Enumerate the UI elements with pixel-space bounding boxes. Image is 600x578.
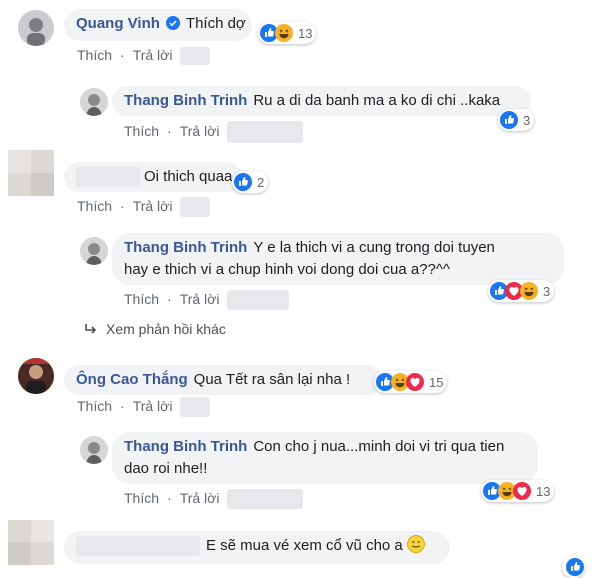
verified-badge-icon xyxy=(165,15,180,37)
reply-action[interactable]: Trả lời xyxy=(133,198,173,214)
redacted-timestamp xyxy=(180,197,211,217)
love-reaction-icon xyxy=(513,482,531,500)
comment-bubble: Thang Binh Trinh Con cho j nua...minh doi… xyxy=(112,432,538,484)
redacted-timestamp xyxy=(227,121,304,143)
comment-actions: Thích · Trả lời xyxy=(124,290,297,310)
reactions-summary[interactable]: 15 xyxy=(374,371,448,393)
redacted-name xyxy=(76,167,140,188)
commenter-name[interactable]: Thang Binh Trinh xyxy=(124,92,247,109)
avatar[interactable] xyxy=(80,237,108,265)
avatar[interactable] xyxy=(18,10,54,46)
haha-reaction-icon xyxy=(275,24,293,42)
like-reaction-icon xyxy=(500,111,518,129)
reactions-summary[interactable]: 13 xyxy=(481,480,555,502)
reply-arrow-icon xyxy=(84,322,98,338)
comment-bubble: Thang Binh Trinh Ru a di da banh ma a ko … xyxy=(112,86,531,116)
redacted-name xyxy=(76,536,200,557)
view-more-replies-label[interactable]: Xem phản hồi khác xyxy=(106,321,226,337)
like-action[interactable]: Thích xyxy=(124,123,159,139)
reactions-summary[interactable]: 13 xyxy=(258,22,317,44)
comment-actions: Thích · Trả lời xyxy=(124,121,311,143)
reply-action[interactable]: Trả lời xyxy=(180,123,220,139)
like-reaction-icon xyxy=(234,173,252,191)
commenter-name[interactable]: Quang Vinh xyxy=(76,15,160,32)
avatar[interactable] xyxy=(8,520,54,565)
reactions-summary[interactable]: 3 xyxy=(488,280,555,302)
comment-text: E sẽ mua vé xem cổ vũ cho a xyxy=(206,537,403,554)
avatar[interactable] xyxy=(8,150,54,196)
reaction-count: 13 xyxy=(536,483,551,499)
separator: · xyxy=(120,397,125,414)
comment-text: Ru a di da banh ma a ko di chi ..kaka xyxy=(253,92,501,109)
comment-text: Thích dợ xyxy=(185,15,246,32)
comment-text: Y e la thich vi a cung trong doi tuyen xyxy=(253,239,495,256)
comment-actions: Thích · Trả lời xyxy=(124,489,311,509)
redacted-timestamp xyxy=(227,290,290,310)
avatar[interactable] xyxy=(18,358,54,394)
reply-action[interactable]: Trả lời xyxy=(133,47,173,63)
view-more-replies[interactable]: Xem phản hồi khác xyxy=(84,321,226,338)
redacted-timestamp xyxy=(180,47,211,66)
separator: · xyxy=(120,47,125,63)
reaction-count: 3 xyxy=(543,283,551,299)
comment-bubble: Quang Vinh Thích dợ xyxy=(64,9,252,41)
comment-actions: Thích · Trả lời xyxy=(77,197,218,217)
reply-action[interactable]: Trả lời xyxy=(180,490,220,506)
like-action[interactable]: Thích xyxy=(77,198,112,214)
smile-emoji-icon xyxy=(406,535,425,560)
comment-bubble: Oi thich quaa xyxy=(64,162,242,192)
comment-text: dao roi nhe!! xyxy=(124,460,208,477)
comment-text: hay e thich vi a chup hinh voi dong doi … xyxy=(124,261,450,278)
reply-action[interactable]: Trả lời xyxy=(180,291,220,307)
commenter-name[interactable]: Thang Binh Trinh xyxy=(124,438,247,455)
reaction-count: 13 xyxy=(298,25,313,41)
reactions-summary[interactable]: 3 xyxy=(498,109,535,131)
commenter-name[interactable]: Thang Binh Trinh xyxy=(124,239,247,256)
like-action[interactable]: Thích xyxy=(77,47,112,63)
comment-text: Con cho j nua...minh doi vi tri qua tien xyxy=(253,438,505,455)
reactions-summary[interactable]: 2 xyxy=(232,171,269,193)
separator: · xyxy=(120,197,125,214)
haha-reaction-icon xyxy=(520,282,538,300)
comment-text: Qua Tết ra sân lại nha ! xyxy=(193,371,351,388)
reactions-summary[interactable] xyxy=(562,556,585,578)
avatar[interactable] xyxy=(80,436,108,464)
like-action[interactable]: Thích xyxy=(77,398,112,414)
redacted-timestamp xyxy=(227,489,304,509)
redacted-timestamp xyxy=(180,397,211,417)
like-action[interactable]: Thích xyxy=(124,291,159,307)
comment-bubble: Thang Binh Trinh Y e la thich vi a cung t… xyxy=(112,233,564,285)
reaction-count: 3 xyxy=(523,112,531,128)
comment-bubble: E sẽ mua vé xem cổ vũ cho a xyxy=(64,531,450,564)
comment-actions: Thích · Trả lời xyxy=(77,47,218,66)
reply-action[interactable]: Trả lời xyxy=(133,398,173,414)
separator: · xyxy=(167,489,172,506)
reaction-count: 2 xyxy=(257,174,265,190)
love-reaction-icon xyxy=(406,373,424,391)
like-reaction-icon xyxy=(566,558,584,576)
comment-bubble: Ông Cao Thắng Qua Tết ra sân lại nha ! xyxy=(64,365,383,395)
separator: · xyxy=(167,122,172,139)
reaction-count: 15 xyxy=(429,374,444,390)
avatar[interactable] xyxy=(80,88,108,116)
like-action[interactable]: Thích xyxy=(124,490,159,506)
comment-text: Oi thich quaa xyxy=(144,168,233,185)
commenter-name[interactable]: Ông Cao Thắng xyxy=(76,371,188,388)
comment-actions: Thích · Trả lời xyxy=(77,397,218,417)
separator: · xyxy=(167,290,172,307)
